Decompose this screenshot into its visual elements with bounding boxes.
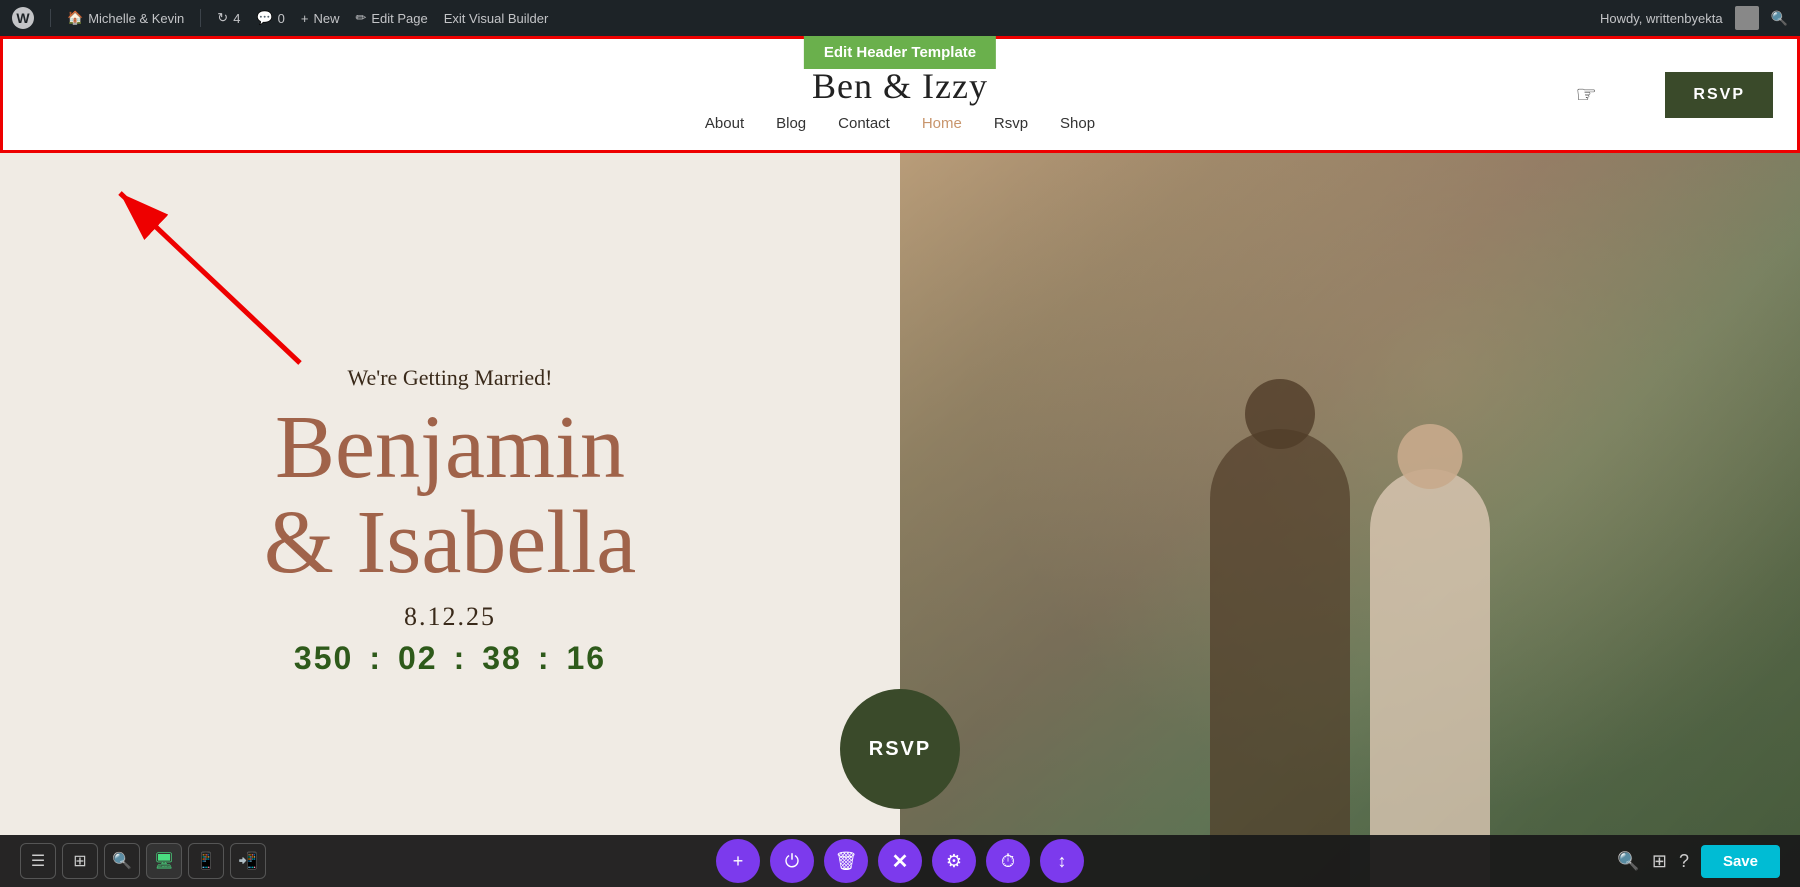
site-navigation: About Blog Contact Home Rsvp Shop [3,115,1797,140]
divider [50,9,51,27]
updates-icon: ↻ [217,10,228,26]
couple-photo-background [900,153,1800,887]
nav-shop[interactable]: Shop [1060,115,1095,132]
admin-search-icon[interactable]: 🔍 [1771,10,1788,27]
toolbar-tablet-view-button[interactable]: 📱 [188,843,224,879]
subtitle-text: We're Getting Married! [348,365,553,391]
history-button[interactable]: ⏱ [986,839,1030,883]
toolbar-mobile-view-button[interactable]: 📲 [230,843,266,879]
nav-contact[interactable]: Contact [838,115,890,132]
bottom-toolbar: ☰ ⊞ 🔍 🖥 📱 📲 + ⏻ 🗑 ✕ ⚙ ⏱ ↕ 🔍 ⊞ ? Save [0,835,1800,887]
new-content-button[interactable]: + New [301,11,340,26]
site-name-text: Michelle & Kevin [88,11,184,26]
edit-icon: ✏ [355,10,366,26]
close-button[interactable]: ✕ [878,839,922,883]
countdown-separator3: : [538,640,551,677]
nav-blog[interactable]: Blog [776,115,806,132]
name-line1: Benjamin [275,398,625,497]
countdown-timer: 350 : 02 : 38 : 16 [294,640,606,677]
toolbar-right-section: 🔍 ⊞ ? Save [1617,845,1780,878]
divider [200,9,201,27]
admin-bar-right: Howdy, writtenbyekta 🔍 [1600,6,1788,30]
plus-icon: + [301,11,309,26]
bride-head [1398,424,1463,489]
site-header: Edit Header Template Ben & Izzy About Bl… [0,36,1800,153]
resize-button[interactable]: ↕ [1040,839,1084,883]
edit-page-button[interactable]: ✏ Edit Page [355,10,427,26]
user-avatar[interactable] [1735,6,1759,30]
toolbar-desktop-view-button[interactable]: 🖥 [146,843,182,879]
edit-header-template-button[interactable]: Edit Header Template [804,36,996,69]
save-button[interactable]: Save [1701,845,1780,878]
main-content: We're Getting Married! Benjamin & Isabel… [0,153,1800,887]
nav-about[interactable]: About [705,115,744,132]
header-rsvp-button[interactable]: RSVP [1665,72,1773,118]
comments-icon: 💬 [256,10,272,26]
settings-button[interactable]: ⚙ [932,839,976,883]
wordpress-icon: W [12,7,34,29]
comments-button[interactable]: 💬 0 [256,10,284,26]
bride-figure [1370,469,1490,887]
admin-bar: W 🏠 Michelle & Kevin ↻ 4 💬 0 + New ✏ Edi… [0,0,1800,36]
countdown-seconds: 16 [566,640,606,677]
nav-home[interactable]: Home [922,115,962,132]
right-photo-panel [900,153,1800,887]
wedding-date: 8.12.25 [404,602,496,632]
nav-rsvp[interactable]: Rsvp [994,115,1028,132]
countdown-separator2: : [454,640,467,677]
exit-builder-label: Exit Visual Builder [444,11,549,26]
howdy-text: Howdy, writtenbyekta [1600,11,1723,26]
site-icon: 🏠 [67,10,83,26]
toolbar-search-right-icon[interactable]: 🔍 [1617,851,1639,872]
groom-head [1245,379,1315,449]
countdown-days: 350 [294,640,353,677]
rsvp-circle-button[interactable]: RSVP [840,689,960,809]
countdown-minutes: 38 [482,640,522,677]
page-container: Edit Header Template Ben & Izzy About Bl… [0,36,1800,887]
wp-logo[interactable]: W [12,7,34,29]
couple-figure [1190,409,1510,887]
updates-count: 4 [233,11,240,26]
exit-builder-button[interactable]: Exit Visual Builder [444,11,549,26]
power-button[interactable]: ⏻ [770,839,814,883]
toolbar-menu-button[interactable]: ☰ [20,843,56,879]
name-line2: & Isabella [264,493,636,592]
groom-figure [1210,429,1350,887]
updates-button[interactable]: ↻ 4 [217,10,240,26]
delete-button[interactable]: 🗑 [824,839,868,883]
comments-count: 0 [278,11,285,26]
toolbar-layers-icon[interactable]: ⊞ [1652,851,1667,872]
toolbar-center-section: + ⏻ 🗑 ✕ ⚙ ⏱ ↕ [716,839,1084,883]
toolbar-left-section: ☰ ⊞ 🔍 🖥 📱 📲 [20,843,266,879]
site-title: Ben & Izzy [3,65,1797,107]
toolbar-grid-button[interactable]: ⊞ [62,843,98,879]
new-label: New [313,11,339,26]
cursor-pointer-icon: ☞ [1575,80,1597,109]
edit-page-label: Edit Page [371,11,427,26]
toolbar-search-button[interactable]: 🔍 [104,843,140,879]
add-element-button[interactable]: + [716,839,760,883]
site-name-link[interactable]: 🏠 Michelle & Kevin [67,10,184,26]
countdown-separator1: : [369,640,382,677]
couple-name: Benjamin & Isabella [264,401,636,590]
left-hero-panel: We're Getting Married! Benjamin & Isabel… [0,153,900,887]
countdown-hours: 02 [398,640,438,677]
toolbar-help-icon[interactable]: ? [1679,851,1689,872]
